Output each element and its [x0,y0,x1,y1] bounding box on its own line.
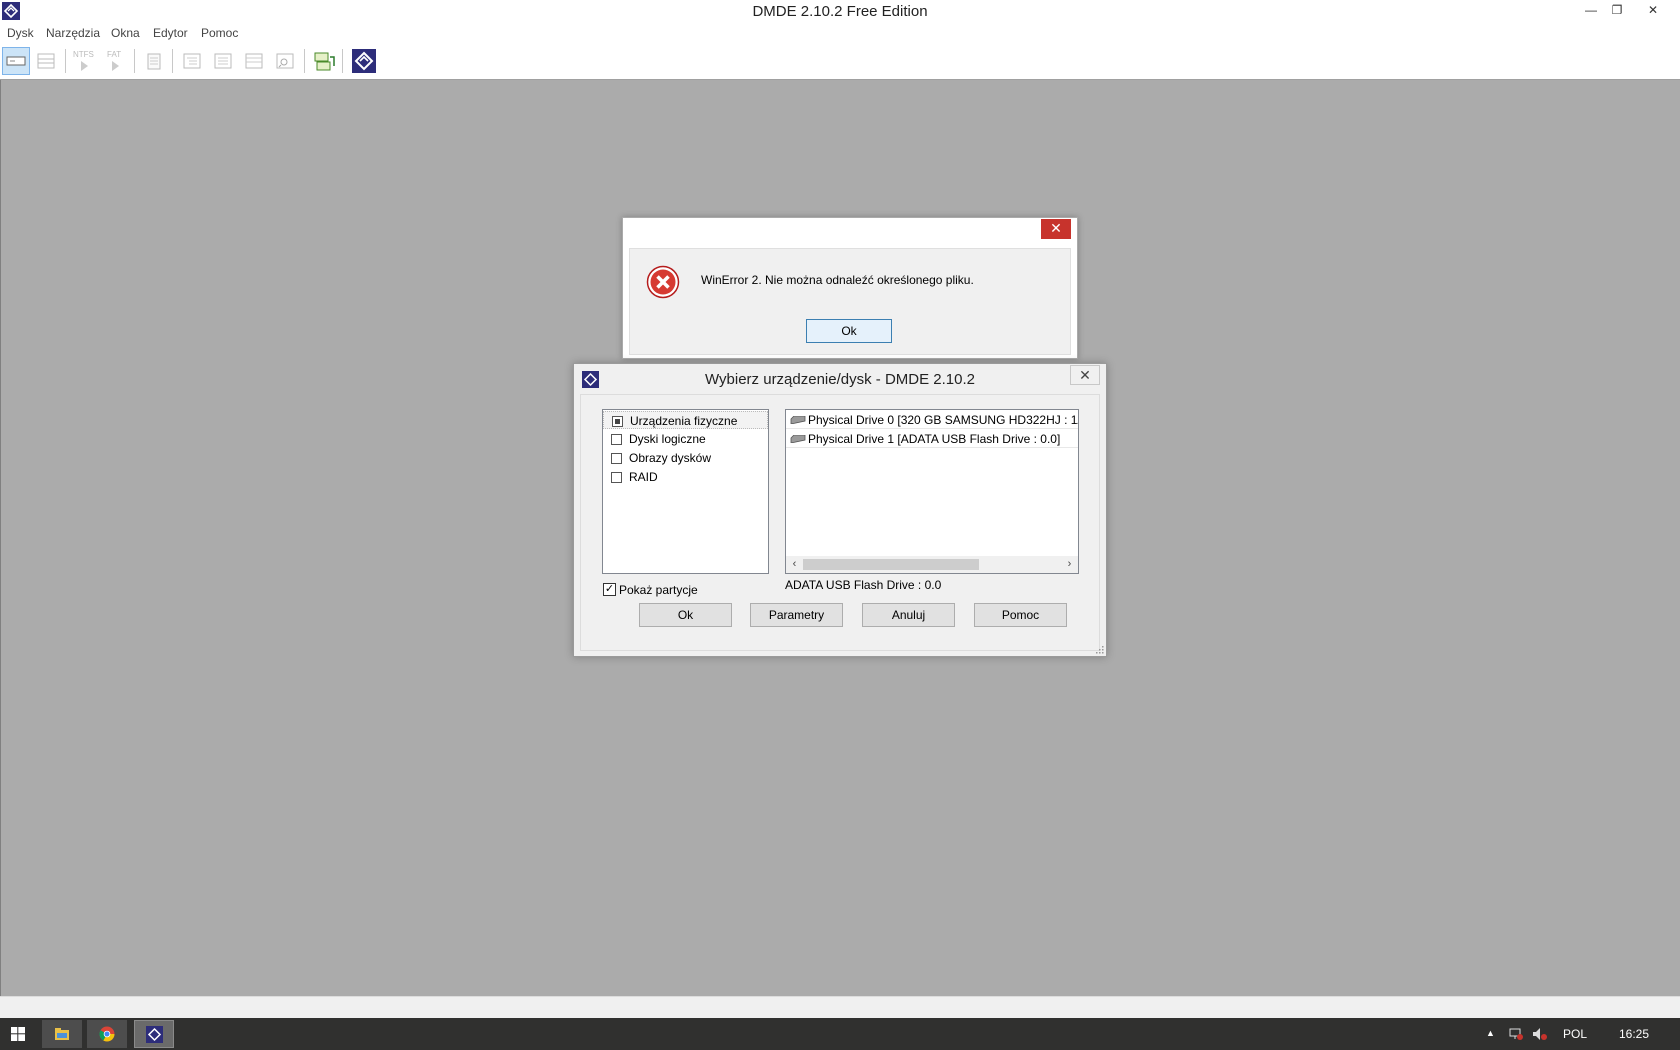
window-titlebar: DMDE 2.10.2 Free Edition — ❐ ✕ [0,0,1680,24]
menu-edytor[interactable]: Edytor [153,26,188,40]
properties-button[interactable] [140,47,168,75]
category-label: RAID [629,470,658,484]
category-item-physical[interactable]: Urządzenia fizyczne [603,411,768,429]
volume-muted-icon[interactable] [1532,1027,1548,1041]
toolbar-separator [134,49,135,73]
taskbar-file-explorer[interactable] [42,1020,82,1048]
list-button[interactable] [240,47,268,75]
category-checkbox[interactable] [611,453,622,464]
fat-icon: FAT [107,50,122,59]
list-icon [245,53,263,69]
dmde-logo-button[interactable] [350,47,378,75]
category-checkbox[interactable] [611,472,622,483]
drive-item-0[interactable]: Physical Drive 0 [320 GB SAMSUNG HD322HJ… [786,411,1078,429]
menu-narzedzia[interactable]: Narzędzia [46,26,100,40]
help-button[interactable]: Pomoc [974,603,1067,627]
clock[interactable]: 16:25 [1619,1027,1649,1041]
drive-list[interactable]: Physical Drive 0 [320 GB SAMSUNG HD322HJ… [785,409,1079,574]
arrow-icon [112,61,119,71]
restore-button[interactable]: ❐ [1604,0,1630,22]
partitions-icon [37,53,55,69]
error-dialog: ✕ WinError 2. Nie można odnaleźć określo… [622,217,1078,359]
toolbar-separator [172,49,173,73]
physical-drive-icon [6,56,26,66]
partitions-button[interactable] [32,47,60,75]
dmde-icon [146,1026,163,1043]
device-dialog-titlebar: Wybierz urządzenie/dysk - DMDE 2.10.2 ✕ [574,364,1106,394]
cancel-button[interactable]: Anuluj [862,603,955,627]
category-label: Urządzenia fizyczne [630,414,738,428]
windows-start-icon[interactable] [11,1027,25,1041]
files-button[interactable] [209,47,237,75]
error-ok-button[interactable]: Ok [806,319,892,343]
hard-drive-icon [790,435,806,443]
device-dialog: Wybierz urządzenie/dysk - DMDE 2.10.2 ✕ … [573,363,1107,657]
category-list[interactable]: Urządzenia fizyczne Dyski logiczne Obraz… [602,409,769,574]
physical-drive-button[interactable] [2,47,30,75]
category-checkbox[interactable] [612,416,623,427]
selected-drive-info: ADATA USB Flash Drive : 0.0 [785,578,942,592]
status-bar [0,996,1680,1018]
drive-label: Physical Drive 1 [ADATA USB Flash Drive … [808,432,1061,446]
toolbar-separator [65,49,66,73]
ntfs-button[interactable]: NTFS [70,47,98,75]
fat-button[interactable]: FAT [101,47,129,75]
resize-grip-icon[interactable] [1096,646,1104,654]
taskbar: ▲ POL 16:25 [0,1018,1680,1050]
error-message: WinError 2. Nie można odnaleźć określone… [701,273,974,287]
directory-button[interactable] [178,47,206,75]
hard-drive-icon [790,416,806,424]
category-label: Obrazy dysków [629,451,712,465]
menu-bar: Dysk Narzędzia Okna Edytor Pomoc [0,24,1680,44]
dmde-logo-icon [352,49,376,73]
category-item-logical[interactable]: Dyski logiczne [603,430,768,448]
search-icon [276,53,294,69]
category-item-raid[interactable]: RAID [603,468,768,486]
tray-expand-button[interactable]: ▲ [1486,1028,1495,1038]
search-button[interactable] [271,47,299,75]
window-title: DMDE 2.10.2 Free Edition [752,3,928,20]
horizontal-scrollbar[interactable]: ‹ › [786,556,1078,573]
recover-button[interactable] [310,47,338,75]
toolbar-separator [342,49,343,73]
menu-dysk[interactable]: Dysk [7,26,34,40]
drive-item-1[interactable]: Physical Drive 1 [ADATA USB Flash Drive … [786,430,1078,448]
file-explorer-icon [55,1028,69,1040]
category-checkbox[interactable] [611,434,622,445]
ok-button[interactable]: Ok [639,603,732,627]
show-partitions-label: Pokaż partycje [619,583,698,597]
menu-pomoc[interactable]: Pomoc [201,26,238,40]
category-label: Dyski logiczne [629,432,706,446]
error-dialog-close-button[interactable]: ✕ [1041,219,1071,239]
recover-icon [314,52,335,71]
minimize-button[interactable]: — [1578,0,1604,22]
network-icon[interactable] [1508,1027,1524,1041]
category-item-images[interactable]: Obrazy dysków [603,449,768,467]
ntfs-icon: NTFS [73,50,94,59]
scroll-left-button[interactable]: ‹ [786,556,803,573]
scrollbar-thumb[interactable] [803,559,979,570]
scroll-right-button[interactable]: › [1061,556,1078,573]
taskbar-dmde[interactable] [134,1020,174,1048]
device-dialog-close-button[interactable]: ✕ [1070,365,1100,385]
menu-okna[interactable]: Okna [111,26,140,40]
error-dialog-body: WinError 2. Nie można odnaleźć określone… [629,248,1071,355]
toolbar-separator [304,49,305,73]
drive-label: Physical Drive 0 [320 GB SAMSUNG HD322HJ… [808,413,1078,427]
directory-icon [183,53,201,69]
properties-icon [147,53,161,70]
checkbox-box[interactable]: ✓ [603,583,616,596]
close-button[interactable]: ✕ [1640,0,1666,22]
files-icon [214,53,232,69]
chrome-icon [99,1026,115,1042]
error-icon [646,265,680,299]
toolbar: NTFS FAT [0,44,1680,80]
language-indicator[interactable]: POL [1563,1027,1587,1041]
arrow-icon [81,61,88,71]
device-dialog-title: Wybierz urządzenie/dysk - DMDE 2.10.2 [705,371,975,388]
parameters-button[interactable]: Parametry [750,603,843,627]
taskbar-chrome[interactable] [87,1020,127,1048]
